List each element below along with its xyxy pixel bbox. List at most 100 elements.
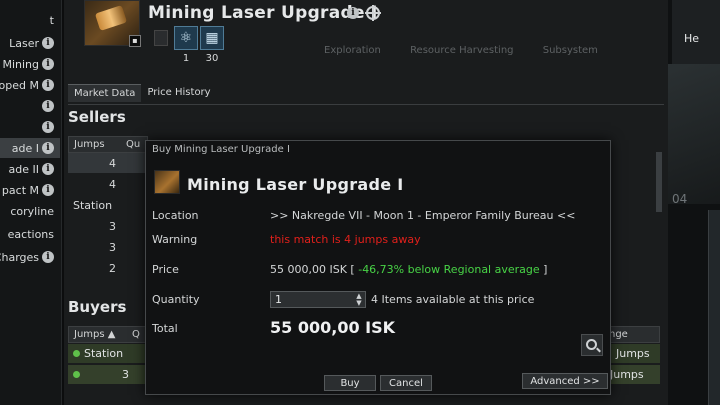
- sidebar-item-label: Laser: [9, 36, 39, 50]
- column-header-jumps[interactable]: Jumps ▲: [74, 329, 132, 340]
- info-icon[interactable]: i: [42, 100, 54, 112]
- table-row[interactable]: 4: [68, 153, 148, 173]
- scrollbar[interactable]: [656, 152, 662, 212]
- jumps-cell: 3: [122, 368, 129, 381]
- jumps-cell: 3: [109, 219, 116, 233]
- cancel-button[interactable]: Cancel: [380, 375, 432, 391]
- sidebar-item-label: Charges: [0, 250, 39, 264]
- sidebar-item-11[interactable]: Chargesi: [0, 247, 60, 267]
- advanced-button[interactable]: Advanced >>: [522, 373, 608, 389]
- buy-dialog: Buy Mining Laser Upgrade I Mining Laser …: [145, 140, 611, 395]
- sidebar-item-6[interactable]: ade Ii: [0, 138, 60, 158]
- sidebar-item-1[interactable]: Laser i: [0, 33, 60, 53]
- divider: [68, 104, 664, 105]
- sidebar-item-8[interactable]: pact Mi: [0, 180, 60, 200]
- sidebar-item-label: ade II: [8, 162, 39, 176]
- warning-value: this match is 4 jumps away: [270, 233, 421, 246]
- skill-count: 30: [205, 53, 219, 64]
- column-header-range[interactable]: nge: [609, 329, 628, 340]
- right-panel-header: He: [672, 0, 720, 64]
- info-icon[interactable]: i: [42, 184, 54, 196]
- tab-price-history[interactable]: Price History: [141, 84, 216, 102]
- sidebar-item-10[interactable]: eactions: [0, 224, 60, 244]
- sidebar-item-label: t: [49, 13, 54, 27]
- status-dot-icon: [73, 350, 80, 357]
- sellers-title: Sellers: [68, 108, 126, 126]
- item-icon[interactable]: [154, 170, 180, 194]
- dialog-item-title: Mining Laser Upgrade I: [187, 175, 404, 194]
- range-cell: Jumps: [610, 368, 644, 381]
- sidebar-item-0[interactable]: t: [0, 10, 60, 30]
- jumps-cell: Station: [73, 198, 113, 212]
- info-icon[interactable]: i: [42, 121, 54, 133]
- location-label: Location: [152, 209, 199, 222]
- quantity-input[interactable]: 1: [270, 291, 366, 308]
- bg-header: Resource Harvesting: [410, 45, 514, 56]
- preview-image: 04: [668, 64, 720, 206]
- right-card: [708, 210, 720, 405]
- quantity-stepper[interactable]: ▲ ▼: [354, 293, 364, 307]
- sidebar-item-9[interactable]: coryline: [0, 201, 60, 221]
- market-tabs: Market Data Price History: [68, 84, 217, 102]
- total-value: 55 000,00 ISK: [270, 318, 396, 337]
- jumps-cell: 3: [109, 240, 116, 254]
- table-row[interactable]: 2: [68, 258, 148, 278]
- price-value: 55 000,00 ISK [: [270, 263, 355, 276]
- price-line: 55 000,00 ISK [ -46,73% below Regional a…: [270, 263, 547, 276]
- item-icon[interactable]: ▪: [84, 0, 141, 47]
- toggle-button[interactable]: [154, 30, 168, 46]
- info-icon[interactable]: i: [347, 7, 359, 19]
- info-icon[interactable]: i: [42, 251, 54, 263]
- table-row[interactable]: 4: [68, 174, 148, 194]
- preview-number: 04: [672, 192, 688, 206]
- price-label: Price: [152, 263, 179, 276]
- quantity-note: 4 Items available at this price: [371, 293, 535, 306]
- search-icon-handle: [596, 347, 601, 353]
- range-cell: Jumps: [616, 347, 650, 360]
- laser-icon: [94, 5, 128, 31]
- warning-label: Warning: [152, 233, 198, 246]
- sidebar-item-5[interactable]: i: [0, 117, 60, 137]
- price-close: ]: [543, 263, 548, 276]
- sidebar-item-7[interactable]: ade II i: [0, 159, 60, 179]
- buyers-title: Buyers: [68, 298, 127, 316]
- sidebar-item-3[interactable]: oped Mi: [0, 75, 60, 95]
- jumps-cell: 2: [109, 261, 116, 275]
- column-header-quantity[interactable]: Qu: [126, 139, 140, 150]
- price-delta: -46,73% below Regional average: [358, 263, 540, 276]
- group-sidebar: t Laser i Mining i oped Mi i i ade Ii ade …: [0, 0, 62, 405]
- info-icon[interactable]: i: [42, 58, 54, 70]
- skill-count: 1: [182, 53, 190, 64]
- crosshair-icon[interactable]: [365, 5, 381, 21]
- chip-icon[interactable]: ▦: [200, 26, 224, 50]
- jumps-cell: 4: [109, 177, 116, 191]
- sellers-header: Jumps Qu: [68, 136, 148, 153]
- table-row[interactable]: 3: [68, 237, 148, 257]
- sidebar-item-label: Mining: [2, 57, 39, 71]
- sidebar-item-label: pact M: [1, 183, 39, 197]
- item-tag-icon: ▪: [129, 35, 141, 47]
- status-dot-icon: [73, 371, 80, 378]
- search-button[interactable]: [581, 334, 603, 356]
- sidebar-item-label: ade I: [11, 141, 39, 155]
- buy-button[interactable]: Buy: [324, 375, 376, 391]
- atom-icon[interactable]: ⚛: [174, 26, 198, 50]
- table-row[interactable]: 3: [68, 216, 148, 236]
- info-icon[interactable]: i: [42, 79, 54, 91]
- sidebar-item-4[interactable]: i: [0, 96, 60, 116]
- info-icon[interactable]: i: [42, 142, 54, 154]
- info-icon[interactable]: i: [42, 37, 54, 49]
- column-header-jumps[interactable]: Jumps: [74, 139, 126, 150]
- total-label: Total: [152, 322, 178, 335]
- tab-market-data[interactable]: Market Data: [68, 84, 142, 102]
- item-title: Mining Laser Upgrade I: [148, 3, 378, 23]
- column-header-quantity[interactable]: Q: [132, 329, 140, 340]
- sidebar-item-2[interactable]: Mining i: [0, 54, 60, 74]
- bg-header: Subsystem: [542, 45, 598, 56]
- table-row[interactable]: Station: [68, 195, 148, 215]
- location-value[interactable]: >> Nakregde VII - Moon 1 - Emperor Famil…: [270, 209, 575, 222]
- jumps-cell: Station: [84, 347, 124, 360]
- sidebar-item-label: oped M: [0, 78, 39, 92]
- jumps-cell: 4: [109, 156, 116, 170]
- info-icon[interactable]: i: [42, 163, 54, 175]
